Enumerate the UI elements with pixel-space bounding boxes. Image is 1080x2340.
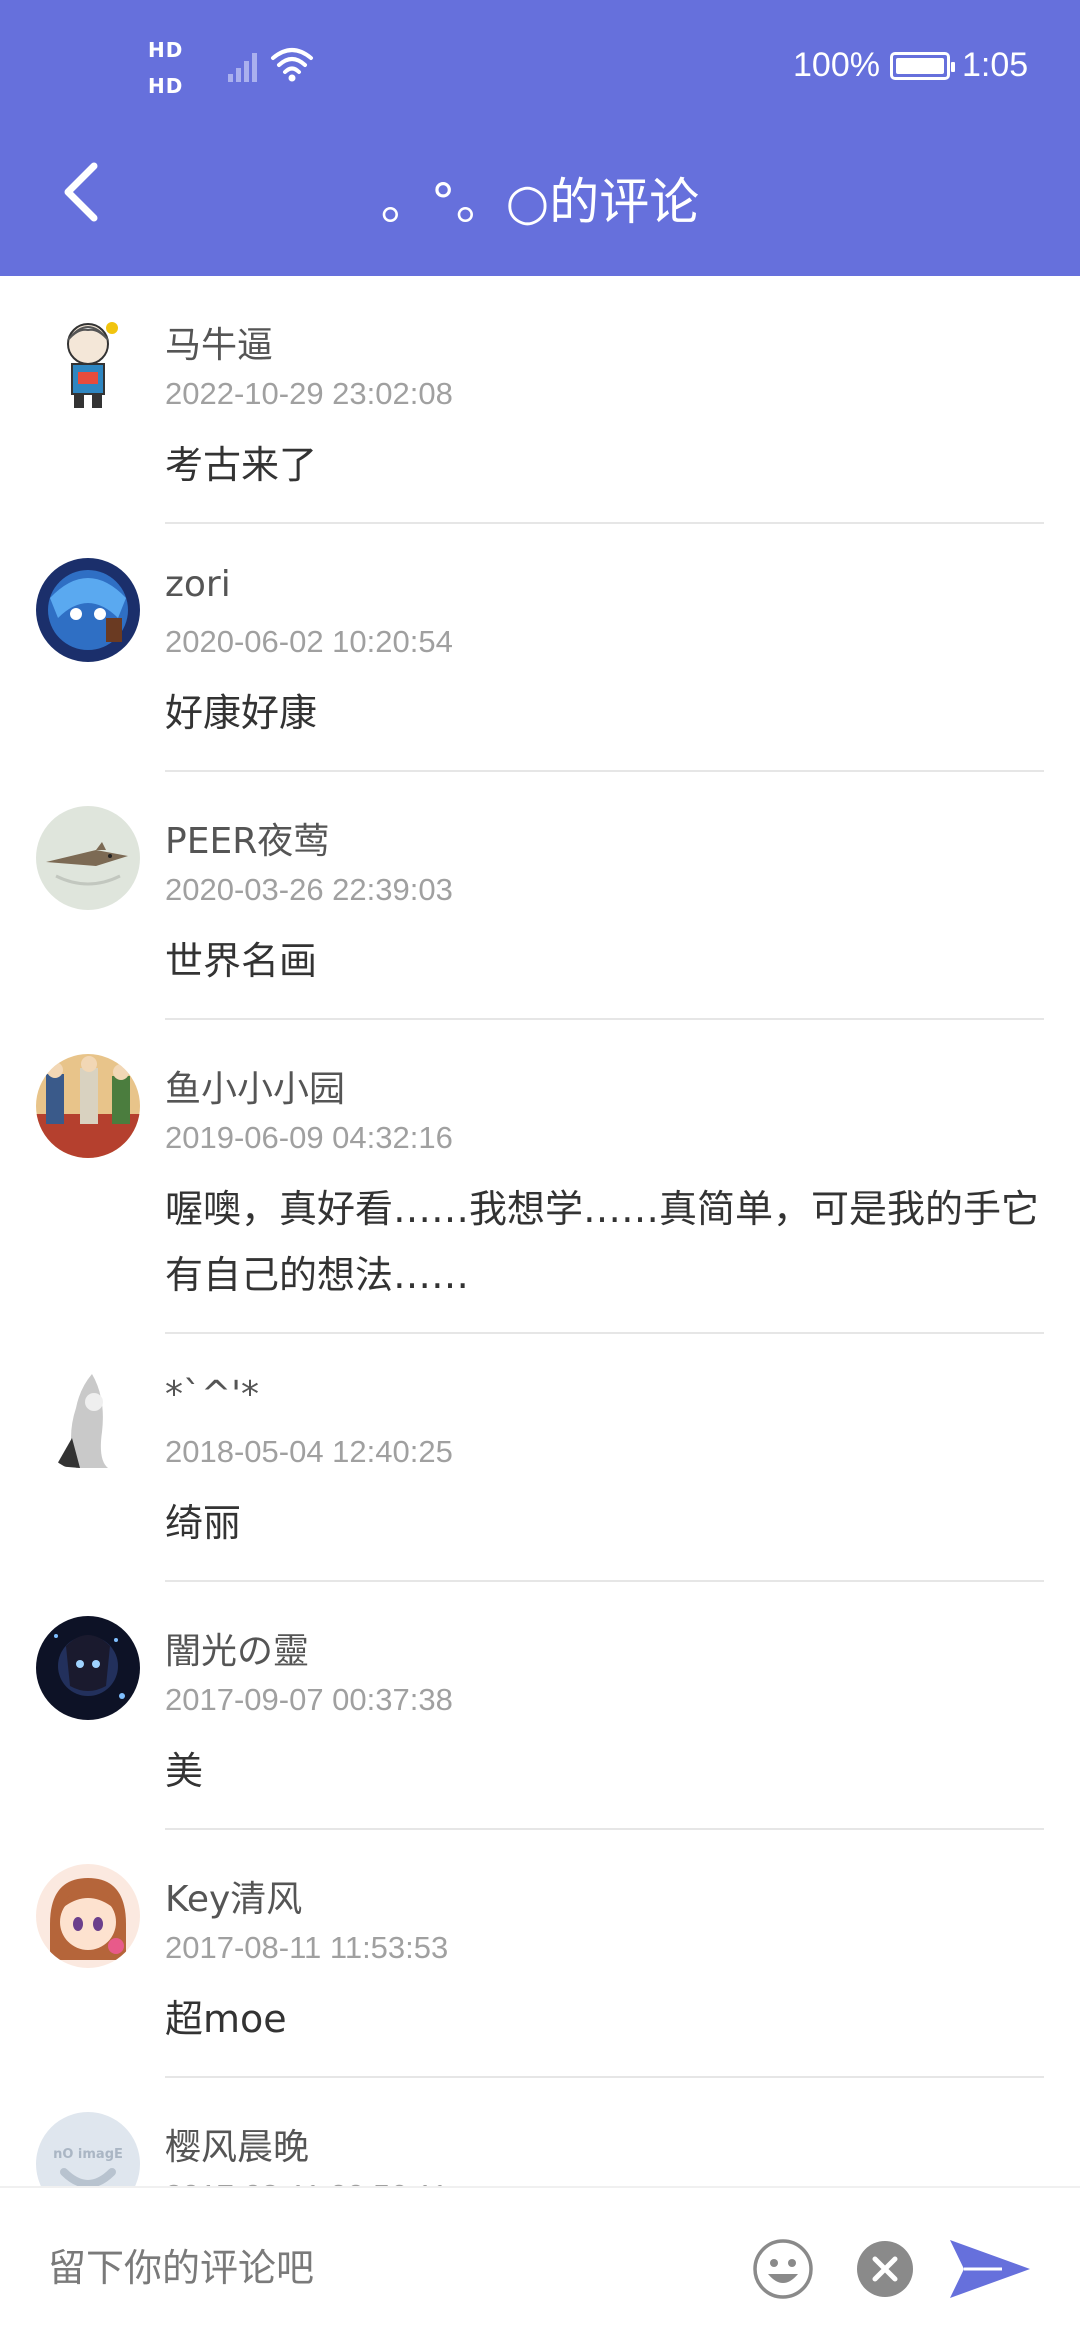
comment-composer [0, 2186, 1080, 2340]
comment-item: nO imagE 樱风晨晚 2017-08-11 00:56:11 [0, 2078, 1080, 2186]
comment-time: 2017-08-11 11:53:53 [165, 1930, 449, 1965]
comment-list[interactable]: 马牛逼 2022-10-29 23:02:08 考古来了 zori 2020-0… [0, 276, 1080, 2186]
comment-time: 2022-10-29 23:02:08 [165, 376, 453, 411]
comment-text: 超moe [165, 1997, 287, 2041]
send-icon[interactable] [946, 2236, 1032, 2302]
hd-badge-1: HD [148, 38, 184, 62]
status-bar: HD HD 100% 1:05 [0, 0, 1080, 136]
comment-text: 好康好康 [165, 691, 318, 735]
clear-icon[interactable] [856, 2240, 914, 2298]
avatar[interactable] [36, 1864, 140, 1968]
commenter-name[interactable]: 樱风晨晚 [165, 2118, 309, 2170]
avatar[interactable] [36, 558, 140, 662]
status-time: 1:05 [962, 46, 1029, 84]
avatar[interactable]: nO imagE [36, 2112, 140, 2186]
battery-icon [890, 52, 955, 80]
noimage-text: nO imagE [53, 2147, 123, 2162]
comment-text: 美 [165, 1749, 204, 1793]
avatar[interactable] [36, 1616, 140, 1720]
comment-text: 考古来了 [165, 443, 318, 487]
comment-item: 闇光の靈 2017-09-07 00:37:38 美 [0, 1582, 1080, 1830]
comment-time: 2018-05-04 12:40:25 [165, 1434, 453, 1469]
comment-time: 2017-08-11 00:56:11 [165, 2178, 448, 2186]
battery-percent: 100% [793, 46, 880, 84]
comment-text: 世界名画 [165, 939, 318, 983]
page-title: 。°。○的评论 [380, 173, 700, 231]
commenter-name[interactable]: 闇光の靈 [165, 1622, 309, 1674]
comment-time: 2019-06-09 04:32:16 [165, 1120, 453, 1155]
avatar[interactable] [36, 310, 140, 414]
avatar[interactable] [36, 1368, 140, 1472]
comment-item: 马牛逼 2022-10-29 23:02:08 考古来了 [0, 276, 1080, 524]
comment-time: 2020-06-02 10:20:54 [165, 624, 453, 659]
commenter-name[interactable]: zori [165, 564, 231, 605]
comment-item: *`^'* 2018-05-04 12:40:25 绮丽 [0, 1334, 1080, 1582]
app-header: HD HD 100% 1:05 。°。○的评论 [0, 0, 1080, 276]
comment-text: 喔噢，真好看……我想学……真简单，可是我的手它有自己的想法…… [165, 1187, 1040, 1297]
comment-item: PEER夜莺 2020-03-26 22:39:03 世界名画 [0, 772, 1080, 1020]
comment-input[interactable] [48, 2236, 688, 2300]
hd-badge-2: HD [148, 74, 184, 98]
comment-item: zori 2020-06-02 10:20:54 好康好康 [0, 524, 1080, 772]
commenter-name[interactable]: Key清风 [165, 1870, 302, 1922]
avatar[interactable] [36, 1054, 140, 1158]
comment-text: 绮丽 [165, 1501, 242, 1545]
signal-icon [228, 53, 257, 82]
avatar[interactable] [36, 806, 140, 910]
commenter-name[interactable]: 鱼小小小园 [165, 1060, 345, 1112]
comment-time: 2020-03-26 22:39:03 [165, 872, 453, 907]
commenter-name[interactable]: *`^'* [165, 1374, 259, 1415]
commenter-name[interactable]: PEER夜莺 [165, 812, 329, 864]
comment-item: Key清风 2017-08-11 11:53:53 超moe [0, 1830, 1080, 2078]
comment-item: 鱼小小小园 2019-06-09 04:32:16 喔噢，真好看……我想学……真… [0, 1020, 1080, 1334]
comment-time: 2017-09-07 00:37:38 [165, 1682, 453, 1717]
wifi-icon [271, 48, 313, 82]
emoji-icon[interactable] [752, 2238, 814, 2300]
commenter-name[interactable]: 马牛逼 [165, 316, 273, 368]
